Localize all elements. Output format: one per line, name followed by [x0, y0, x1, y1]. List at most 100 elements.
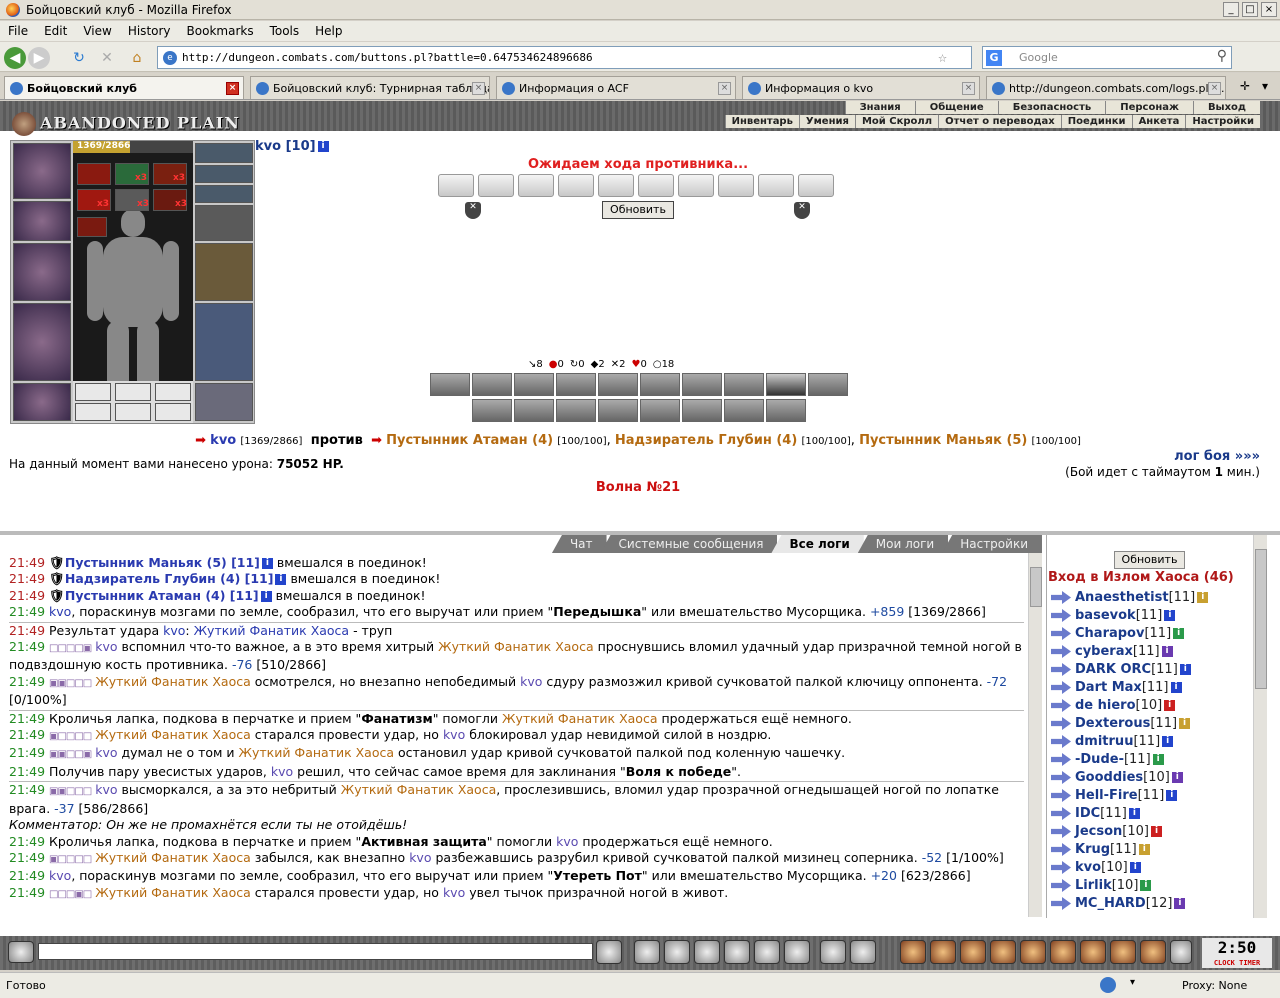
close-tab-icon[interactable]: ×: [226, 82, 239, 95]
private-arrow-icon[interactable]: [1051, 843, 1071, 856]
user-name[interactable]: cyberax: [1075, 644, 1133, 659]
skill-icon[interactable]: [514, 373, 554, 396]
user-name[interactable]: dmitruu: [1075, 734, 1133, 749]
user-item[interactable]: -Dude-[11] i: [1051, 752, 1164, 770]
info-icon[interactable]: i: [1129, 862, 1141, 873]
skill-icon[interactable]: [514, 399, 554, 422]
user-name[interactable]: Dexterous: [1075, 716, 1150, 731]
player-name[interactable]: kvo: [210, 433, 236, 448]
tab-info-kvo[interactable]: Информация о kvo ×: [742, 76, 980, 99]
menu-transfer-report[interactable]: Отчет о переводах: [938, 115, 1061, 128]
user-item[interactable]: cyberax[11] i: [1051, 644, 1173, 662]
user-name[interactable]: -Dude-: [1075, 752, 1124, 767]
legs-slot-icon[interactable]: [195, 303, 253, 381]
skill-icon[interactable]: [598, 399, 638, 422]
weapon-slot-icon[interactable]: [13, 243, 71, 301]
private-arrow-icon[interactable]: [1051, 807, 1071, 820]
user-item[interactable]: MC_HARD[12] i: [1051, 896, 1186, 914]
battle-log-link[interactable]: лог боя »»»: [1174, 449, 1260, 464]
tab-chat[interactable]: Чат: [551, 535, 607, 553]
minimize-button[interactable]: _: [1223, 2, 1239, 17]
private-arrow-icon[interactable]: [1051, 717, 1071, 730]
empty-slot-icon[interactable]: [155, 403, 191, 421]
menu-bookmarks[interactable]: Bookmarks: [179, 24, 262, 38]
scroll-slot-icon[interactable]: [758, 174, 794, 197]
duel-icon[interactable]: [930, 940, 956, 964]
back-arrow-icon[interactable]: ◀: [4, 47, 26, 69]
scroll-slot-icon[interactable]: [798, 174, 834, 197]
info-icon[interactable]: i: [1179, 664, 1191, 675]
user-name[interactable]: Charapov: [1075, 626, 1144, 641]
user-item[interactable]: DARK ORC[11] i: [1051, 662, 1191, 680]
menu-duels[interactable]: Поединки: [1060, 115, 1132, 128]
chat-mode-icon[interactable]: [8, 941, 34, 963]
skill-icon[interactable]: [430, 373, 470, 396]
user-item[interactable]: Krug[11] i: [1051, 842, 1150, 860]
info-icon[interactable]: i: [1173, 628, 1185, 639]
home-icon[interactable]: ⌂: [126, 47, 148, 69]
tab-fight-club[interactable]: Бойцовский клуб ×: [4, 76, 244, 99]
scroll-slot-icon[interactable]: [678, 174, 714, 197]
maximize-button[interactable]: □: [1242, 2, 1258, 17]
map-icon[interactable]: [1050, 940, 1076, 964]
menu-help[interactable]: Help: [307, 24, 350, 38]
skill-icon[interactable]: [682, 373, 722, 396]
user-name[interactable]: DARK ORC: [1075, 662, 1151, 677]
action-icon[interactable]: [724, 940, 750, 964]
effect-icon[interactable]: [77, 217, 107, 237]
empty-slot-icon[interactable]: [155, 383, 191, 401]
info-icon[interactable]: i: [1164, 700, 1176, 711]
smiley-icon[interactable]: [820, 940, 846, 964]
empty-slot-icon[interactable]: [115, 383, 151, 401]
rings-slot-icon[interactable]: [195, 185, 253, 203]
url-bar[interactable]: e http://dungeon.combats.com/buttons.pl?…: [157, 46, 972, 69]
party-icon[interactable]: [1140, 940, 1166, 964]
user-item[interactable]: kvo[10] i: [1051, 860, 1141, 878]
gloves-slot-icon[interactable]: [195, 205, 253, 241]
tab-all-logs[interactable]: Все логи: [771, 535, 864, 553]
private-arrow-icon[interactable]: [1051, 699, 1071, 712]
enemy-name[interactable]: Пустынник Атаман (4): [386, 433, 553, 448]
user-item[interactable]: Lirlik[10] i: [1051, 878, 1152, 896]
close-tab-icon[interactable]: ×: [962, 82, 975, 95]
fight-icon[interactable]: [900, 940, 926, 964]
menu-file[interactable]: File: [0, 24, 36, 38]
user-name[interactable]: basevok: [1075, 608, 1136, 623]
info-icon[interactable]: i: [1171, 772, 1183, 783]
private-arrow-icon[interactable]: [1051, 771, 1071, 784]
user-name[interactable]: kvo: [1075, 860, 1101, 875]
info-icon[interactable]: i: [1152, 754, 1164, 765]
shield-slot-icon[interactable]: [195, 243, 253, 301]
skill-icon[interactable]: [598, 373, 638, 396]
user-name[interactable]: Hell-Fire: [1075, 788, 1138, 803]
user-item[interactable]: Charapov[11] i: [1051, 626, 1185, 644]
close-tab-icon[interactable]: ×: [472, 82, 485, 95]
user-item[interactable]: Hell-Fire[11] i: [1051, 788, 1178, 806]
user-item[interactable]: Jecson[10] i: [1051, 824, 1162, 842]
skill-icon[interactable]: [766, 373, 806, 396]
chat-scroll-thumb[interactable]: [1030, 567, 1042, 607]
search-input[interactable]: G Google ⚲: [982, 46, 1232, 69]
refresh-button[interactable]: Обновить: [602, 201, 674, 219]
skill-icon[interactable]: [556, 399, 596, 422]
user-name[interactable]: IDC: [1075, 806, 1100, 821]
chat-scrollbar[interactable]: [1028, 553, 1042, 917]
scroll-slot-icon[interactable]: [638, 174, 674, 197]
empty-slot-icon[interactable]: [115, 403, 151, 421]
online-refresh-button[interactable]: Обновить: [1114, 551, 1185, 569]
info-icon[interactable]: i: [1164, 610, 1176, 621]
reload-icon[interactable]: ↻: [68, 47, 90, 69]
skill-icon[interactable]: [724, 373, 764, 396]
user-name[interactable]: Anaesthetist: [1075, 590, 1169, 605]
menu-security[interactable]: Безопасность: [997, 101, 1106, 114]
dropdown-icon[interactable]: ▾: [1130, 977, 1135, 988]
private-arrow-icon[interactable]: [1051, 879, 1071, 892]
sound-icon[interactable]: [784, 940, 810, 964]
boots-slot-icon[interactable]: [195, 383, 253, 421]
proxy-status[interactable]: Proxy: None: [1182, 979, 1247, 992]
menu-edit[interactable]: Edit: [36, 24, 75, 38]
user-item[interactable]: dmitruu[11] i: [1051, 734, 1174, 752]
belt-slot-icon[interactable]: [13, 383, 71, 421]
new-tab-icon[interactable]: ✛: [1240, 79, 1250, 93]
menu-knowledge[interactable]: Знания: [844, 101, 915, 114]
